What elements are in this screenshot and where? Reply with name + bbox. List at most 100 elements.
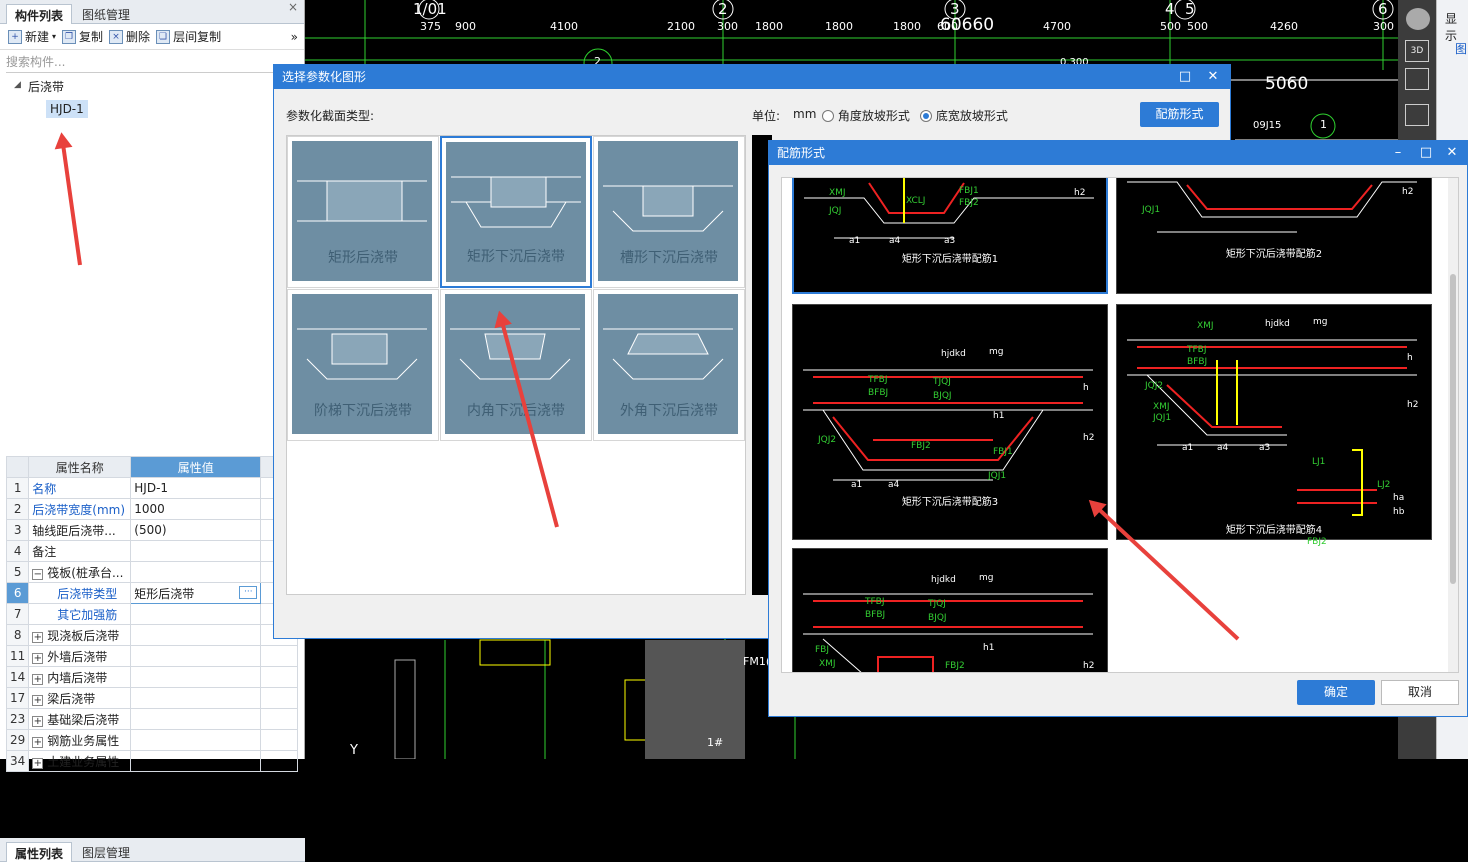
table-row: 5− 筏板(桩承台... bbox=[5, 561, 298, 583]
dim-label: a4 bbox=[1217, 443, 1229, 453]
shape-label: 阶梯下沉后浇带 bbox=[314, 403, 412, 419]
3d-view-icon[interactable]: 3D bbox=[1405, 40, 1429, 62]
prop-value bbox=[130, 687, 262, 709]
scrollbar[interactable] bbox=[1448, 178, 1458, 672]
unit-value: mm bbox=[793, 107, 817, 121]
rebar-option-selected[interactable]: XMJ JQJ FBJ1 FBJ2 XCLJ a1 a4 a3 h2 矩形下沉后… bbox=[792, 178, 1108, 294]
expand-icon[interactable]: + bbox=[32, 694, 44, 706]
close-icon[interactable]: ✕ bbox=[1202, 65, 1224, 89]
new-button[interactable]: + 新建 ▾ bbox=[8, 28, 56, 45]
rebar-option[interactable]: hjdkd mg XMJ TFBJ BFBJ JQJ2 XMJ JQJ1 FBJ… bbox=[1116, 304, 1432, 547]
dim-text: 375 bbox=[420, 20, 441, 33]
cad-text: 09J15 bbox=[1253, 120, 1282, 131]
collapse-icon[interactable]: − bbox=[32, 568, 44, 580]
dim-label: h bbox=[1407, 353, 1413, 363]
right-panel-tab[interactable]: 图 bbox=[1455, 40, 1467, 57]
shape-grid: 矩形后浇带 矩形下沉后浇带 槽形下沉后浇带 阶梯下沉后浇带 内角下沉后浇带 外角… bbox=[286, 135, 746, 595]
table-row: 23 + 基础梁后浇带 bbox=[5, 708, 298, 730]
tab-property-list[interactable]: 属性列表 bbox=[6, 842, 73, 862]
tab-drawing-management[interactable]: 图纸管理 bbox=[74, 4, 138, 24]
table-row: 29 + 钢筋业务属性 bbox=[5, 729, 298, 751]
maximize-icon[interactable]: □ bbox=[1415, 141, 1437, 165]
dim-label: a1 bbox=[1182, 443, 1194, 453]
property-table: 属性名称 属性值 附 1名称HJD-1 2后浇带宽度(mm)1000 3轴线距后… bbox=[5, 456, 298, 772]
rebar-option[interactable]: hjdkd mg TFBJ BFBJ TJQJ BJQJ FBJ XMJ FBJ… bbox=[792, 548, 1108, 672]
component-search[interactable]: 搜索构件... bbox=[6, 53, 298, 73]
floor-copy-button[interactable]: ❏ 层间复制 bbox=[156, 28, 221, 45]
scrollbar-thumb[interactable] bbox=[1450, 274, 1456, 584]
expand-icon[interactable]: + bbox=[32, 736, 44, 748]
expand-icon[interactable]: + bbox=[32, 652, 44, 664]
rebar-form-dialog: 配筋形式 – □ ✕ XMJ JQJ FBJ1 FBJ2 XCLJ a1 a4 … bbox=[768, 140, 1468, 717]
ellipsis-button[interactable]: ··· bbox=[239, 586, 258, 599]
minimize-icon[interactable]: – bbox=[1387, 141, 1409, 165]
shape-option[interactable]: 阶梯下沉后浇带 bbox=[287, 289, 439, 441]
rebar-label: FBJ2 bbox=[1307, 537, 1327, 547]
prop-name: 土建业务属性 bbox=[47, 754, 120, 769]
axis-label: 6 bbox=[1378, 0, 1388, 18]
shape-option[interactable]: 槽形下沉后浇带 bbox=[593, 136, 745, 288]
dim-text: 1800 bbox=[893, 20, 921, 33]
rebar-label: TFBJ bbox=[868, 375, 888, 385]
prop-value[interactable] bbox=[130, 540, 262, 562]
new-icon: + bbox=[8, 29, 22, 44]
expand-icon[interactable]: + bbox=[32, 631, 44, 643]
prop-value bbox=[130, 645, 262, 667]
rebar-option[interactable]: JQJ1 h2 矩形下沉后浇带配筋2 bbox=[1116, 178, 1432, 294]
tab-component-list[interactable]: 构件列表 bbox=[6, 4, 73, 24]
row-num: 34 bbox=[5, 750, 30, 772]
prop-value bbox=[130, 729, 262, 751]
right-panel-label: 显示 bbox=[1445, 12, 1458, 43]
floor-copy-label: 层间复制 bbox=[173, 30, 222, 44]
cube-view-icon[interactable] bbox=[1405, 68, 1429, 90]
table-row: 6 后浇带类型 矩形后浇带 ··· bbox=[5, 582, 298, 604]
copy-label: 复制 bbox=[79, 30, 104, 44]
rebar-label: TFBJ bbox=[1187, 345, 1207, 355]
tree-item-hjd-1[interactable]: HJD-1 bbox=[46, 100, 88, 118]
prop-value[interactable]: HJD-1 bbox=[130, 477, 262, 499]
rebar-label: BJQJ bbox=[928, 613, 947, 623]
dim-label: hjdkd bbox=[941, 349, 966, 359]
prop-value[interactable]: 1000 bbox=[130, 498, 262, 520]
row-num: 23 bbox=[5, 708, 30, 730]
ok-button[interactable]: 确定 bbox=[1297, 680, 1375, 705]
more-icon[interactable]: » bbox=[291, 30, 298, 44]
close-icon[interactable]: ✕ bbox=[1441, 141, 1463, 165]
shape-option-selected[interactable]: 矩形下沉后浇带 bbox=[440, 136, 592, 288]
delete-button[interactable]: × 删除 bbox=[109, 28, 150, 45]
prop-value[interactable]: (500) bbox=[130, 519, 262, 541]
dim-text: 300 bbox=[1373, 20, 1394, 33]
expand-icon[interactable]: + bbox=[32, 757, 44, 769]
radio-angle[interactable]: 角度放坡形式 bbox=[822, 107, 910, 124]
tree-root[interactable]: 后浇带 bbox=[28, 78, 64, 95]
copy-button[interactable]: ❐ 复制 bbox=[62, 28, 103, 45]
expand-icon[interactable]: + bbox=[32, 673, 44, 685]
rebar-option[interactable]: hjdkd mg TFBJ BFBJ TJQJ BJQJ h h1 JQJ2 F… bbox=[792, 304, 1108, 540]
dim-label: a1 bbox=[851, 480, 863, 490]
radio-width[interactable]: 底宽放坡形式 bbox=[920, 107, 1008, 124]
expand-icon[interactable]: ◢ bbox=[14, 80, 21, 90]
close-icon[interactable]: × bbox=[288, 0, 298, 14]
row-num: 14 bbox=[5, 666, 30, 688]
box-view-icon[interactable] bbox=[1405, 104, 1429, 126]
shape-option[interactable]: 矩形后浇带 bbox=[287, 136, 439, 288]
tab-layer-management[interactable]: 图层管理 bbox=[74, 842, 138, 862]
shape-option[interactable]: 外角下沉后浇带 bbox=[593, 289, 745, 441]
table-row: 14 + 内墙后浇带 bbox=[5, 666, 298, 688]
prop-value[interactable] bbox=[130, 603, 262, 625]
cancel-button[interactable]: 取消 bbox=[1381, 680, 1459, 705]
table-row: 7 其它加强筋 bbox=[5, 603, 298, 625]
rebar-label: JQJ1 bbox=[1142, 205, 1161, 215]
rebar-caption: 矩形下沉后浇带配筋4 bbox=[1225, 525, 1323, 536]
dim-label: hjdkd bbox=[931, 575, 956, 585]
rebar-form-button[interactable]: 配筋形式 bbox=[1140, 102, 1219, 127]
shape-option[interactable]: 内角下沉后浇带 bbox=[440, 289, 592, 441]
prop-name: 基础梁后浇带 bbox=[47, 712, 120, 727]
rebar-label: XMJ bbox=[1153, 402, 1170, 412]
dialog-titlebar: 配筋形式 – □ ✕ bbox=[769, 141, 1467, 165]
maximize-icon[interactable]: □ bbox=[1174, 65, 1196, 89]
expand-icon[interactable]: + bbox=[32, 715, 44, 727]
rebar-label: BJQJ bbox=[933, 391, 952, 401]
view-sphere-icon[interactable] bbox=[1406, 8, 1430, 30]
prop-value-editing[interactable]: 矩形后浇带 ··· bbox=[130, 582, 262, 604]
